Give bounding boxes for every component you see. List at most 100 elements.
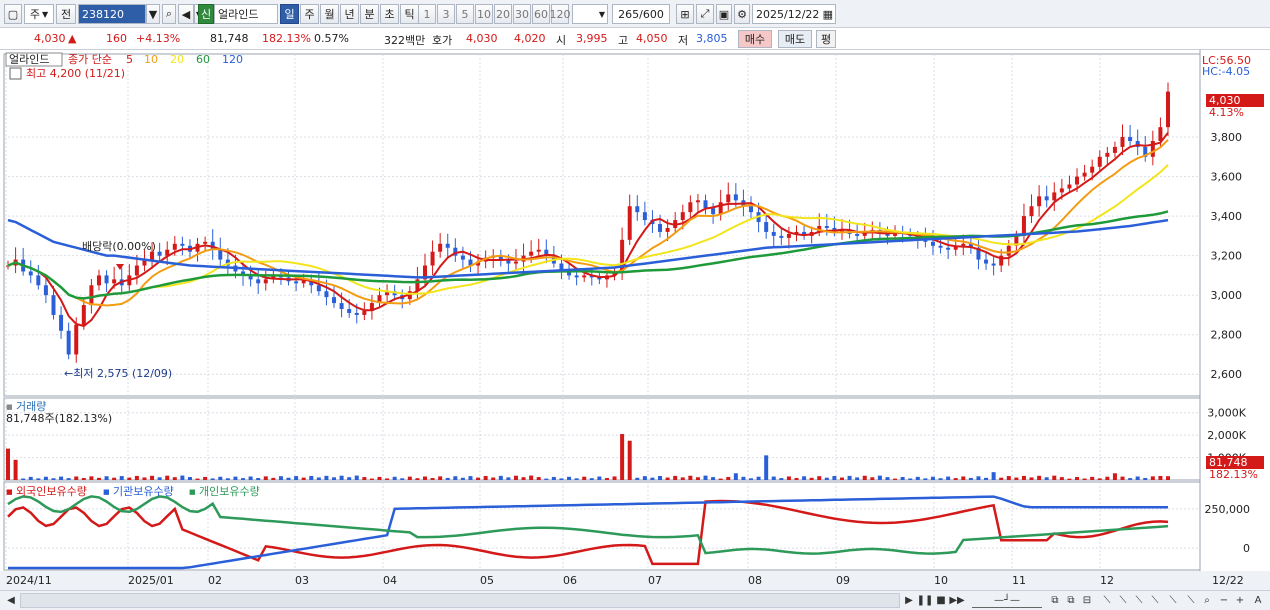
period-tab-5[interactable]: 초 <box>380 4 399 24</box>
stock-chart[interactable]: 3,800 3,600 3,400 3,200 3,000 2,800 2,600 2024/… <box>0 50 1270 590</box>
volume-bar <box>1044 477 1049 480</box>
eval-button[interactable]: 평 <box>816 30 836 48</box>
line-tool-icon[interactable]: ⟍ <box>1148 593 1162 608</box>
compare-icon[interactable]: ⊞ <box>676 4 694 24</box>
market-select[interactable]: 주 ▼ <box>24 4 54 24</box>
scroll-left-icon[interactable]: ◀ <box>4 593 18 608</box>
volume-bar <box>233 476 238 480</box>
x-axis-band <box>0 571 1270 590</box>
volume-bar <box>650 477 655 480</box>
volume-bar <box>6 448 10 480</box>
stop-icon[interactable]: ■ <box>934 593 948 608</box>
period-tab-3[interactable]: 년 <box>340 4 359 24</box>
bar-count-total: /600 <box>639 7 664 21</box>
interval-button-1[interactable]: 3 <box>437 4 455 24</box>
line-tool-icon[interactable]: ⟍ <box>1116 593 1130 608</box>
zoom-in-icon[interactable]: + <box>1234 593 1246 608</box>
interval-button-6[interactable]: 60 <box>532 4 550 24</box>
volume-bar <box>165 475 170 480</box>
candle-body <box>984 259 989 264</box>
pause-icon[interactable]: ❚❚ <box>917 593 934 608</box>
date-field[interactable]: 2025/12/22 ▦ <box>752 4 836 24</box>
line-tool-icon[interactable]: ⟍ <box>1100 593 1114 608</box>
prev-button[interactable]: 전 <box>56 4 76 24</box>
interval-button-2[interactable]: 5 <box>456 4 474 24</box>
last-pct-tag: 4.13% <box>1209 106 1244 119</box>
volume-bar <box>741 476 746 480</box>
candle-body <box>256 279 261 284</box>
code-dropdown-icon[interactable]: ▼ <box>146 4 160 24</box>
price-tick-label: 3,600 <box>1211 171 1243 184</box>
chevron-down-icon: ▼ <box>41 9 49 19</box>
volume-bar <box>786 476 791 480</box>
volume-bar <box>241 478 246 480</box>
open-label: 시 <box>556 34 567 47</box>
candle-body <box>642 212 647 221</box>
volume-bar <box>309 475 314 480</box>
play-icon[interactable]: ▶ <box>902 593 916 608</box>
interval-button-0[interactable]: 1 <box>418 4 436 24</box>
period-tab-2[interactable]: 월 <box>320 4 339 24</box>
holder-tick-label: 0 <box>1243 542 1250 555</box>
volume-bar <box>984 477 989 480</box>
indicator-icon[interactable]: ⤢ <box>696 4 714 24</box>
calendar-icon <box>9 67 22 80</box>
search-icon[interactable]: ⌕ <box>162 4 176 24</box>
fast-forward-icon[interactable]: ▶▶ <box>949 593 964 608</box>
interval-button-3[interactable]: 10 <box>475 4 493 24</box>
volume-bar <box>544 478 549 480</box>
candle-body <box>779 235 784 238</box>
line-tool-icon[interactable]: ⟍ <box>1132 593 1146 608</box>
volume-bar <box>574 478 579 480</box>
line-tool-icon[interactable]: ⟍ <box>1184 593 1198 608</box>
low-note: ←최저 2,575 (12/09) <box>64 367 172 380</box>
interval-button-4[interactable]: 20 <box>494 4 512 24</box>
search-icon[interactable]: ⌕ <box>1200 593 1214 608</box>
zoom-slider[interactable]: —┘— <box>972 593 1042 608</box>
period-tab-6[interactable]: 틱 <box>400 4 419 24</box>
candle-body <box>536 249 541 252</box>
gear-icon[interactable]: ⚙ <box>734 4 750 24</box>
period-tab-4[interactable]: 분 <box>360 4 379 24</box>
volume-bar <box>824 477 829 480</box>
bid-price: 4,020 <box>514 32 546 45</box>
candle-body <box>938 245 943 248</box>
candle-body <box>726 194 731 203</box>
x-axis-label: 12 <box>1100 574 1114 587</box>
tool-icon[interactable]: ⧉ <box>1048 593 1062 608</box>
sell-button[interactable]: 매도 <box>778 30 812 48</box>
x-axis-label: 09 <box>836 574 850 587</box>
bar-count-field[interactable]: 265/600 <box>612 4 670 24</box>
volume-bar <box>756 476 761 480</box>
volume-bar <box>749 478 754 480</box>
line-tool-icon[interactable]: ⟍ <box>1166 593 1180 608</box>
volume-bar <box>620 434 625 480</box>
volume-bar <box>347 477 352 480</box>
tool-icon[interactable]: ⧉ <box>1064 593 1078 608</box>
volume-bar <box>301 477 306 480</box>
price-tick-label: 2,600 <box>1211 368 1243 381</box>
volume-bar <box>1006 476 1011 480</box>
period-tab-0[interactable]: 일 <box>280 4 299 24</box>
window-menu-icon[interactable]: ▢ <box>4 4 22 24</box>
volume-bar <box>142 477 147 480</box>
stock-code-input[interactable]: 238120 <box>78 4 146 24</box>
period-tab-1[interactable]: 주 <box>300 4 319 24</box>
volume-last-pct: 182.13% <box>1209 468 1258 481</box>
interval-button-7[interactable]: 120 <box>550 4 571 24</box>
interval-button-5[interactable]: 30 <box>513 4 531 24</box>
volume-bar <box>81 477 86 480</box>
candle-body <box>1067 184 1072 189</box>
save-icon[interactable]: ▣ <box>716 4 732 24</box>
buy-button[interactable]: 매수 <box>738 30 772 48</box>
volume-bar <box>627 440 632 480</box>
speaker-icon[interactable]: ◀ <box>178 4 194 24</box>
chart-scroll-track[interactable] <box>20 593 900 608</box>
zoom-out-icon[interactable]: − <box>1218 593 1230 608</box>
candle-body <box>718 202 723 215</box>
volume-bar <box>885 477 890 480</box>
volume-bar <box>28 476 33 480</box>
interval-custom-input[interactable]: ▼ <box>572 4 608 24</box>
font-size-icon[interactable]: A <box>1250 593 1266 608</box>
tool-icon[interactable]: ⊟ <box>1080 593 1094 608</box>
